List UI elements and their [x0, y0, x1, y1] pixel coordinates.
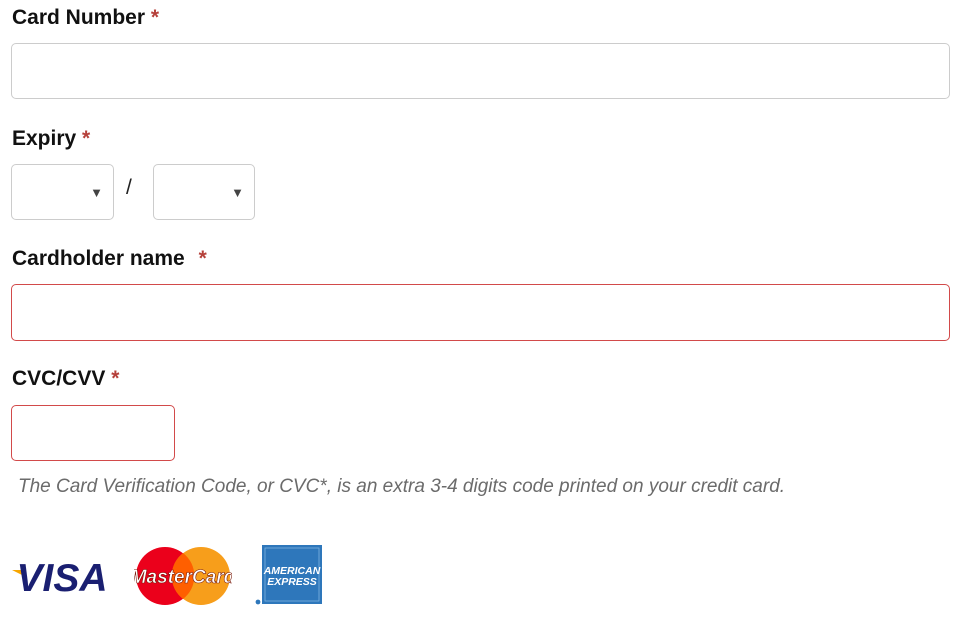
- expiry-year-select[interactable]: ▼: [153, 164, 255, 220]
- required-asterisk: *: [150, 6, 160, 29]
- payment-form: Card Number * Expiry * ▼ / ▼ Cardholder …: [0, 0, 960, 625]
- required-asterisk: *: [111, 367, 120, 390]
- cardholder-name-input[interactable]: [11, 284, 950, 341]
- expiry-separator: /: [126, 176, 132, 199]
- amex-logo-line2: EXPRESS: [267, 576, 317, 588]
- mastercard-logo-text: MasterCard: [134, 567, 232, 588]
- card-number-input[interactable]: [11, 43, 950, 99]
- card-number-label-text: Card Number: [12, 6, 146, 29]
- cvc-label: CVC/CVV *: [12, 367, 119, 391]
- visa-logo-text: VISA: [16, 557, 107, 600]
- cardholder-label-text: Cardholder name: [12, 247, 185, 270]
- cardholder-label: Cardholder name *: [12, 247, 207, 271]
- cvc-input[interactable]: [11, 405, 175, 461]
- mastercard-logo: MasterCard: [134, 547, 232, 605]
- expiry-label: Expiry *: [12, 127, 90, 151]
- required-asterisk: *: [82, 127, 91, 150]
- expiry-label-text: Expiry: [12, 127, 77, 150]
- card-number-label: Card Number *: [12, 6, 159, 30]
- required-asterisk: *: [198, 247, 207, 270]
- cvc-help-text: The Card Verification Code, or CVC*, is …: [18, 476, 786, 497]
- visa-logo: VISA: [12, 557, 108, 600]
- amex-logo: AMERICAN EXPRESS: [255, 545, 322, 605]
- expiry-month-select[interactable]: ▼: [11, 164, 114, 220]
- cvc-label-text: CVC/CVV: [12, 367, 106, 390]
- chevron-down-icon: ▼: [90, 185, 103, 200]
- chevron-down-icon: ▼: [231, 185, 244, 200]
